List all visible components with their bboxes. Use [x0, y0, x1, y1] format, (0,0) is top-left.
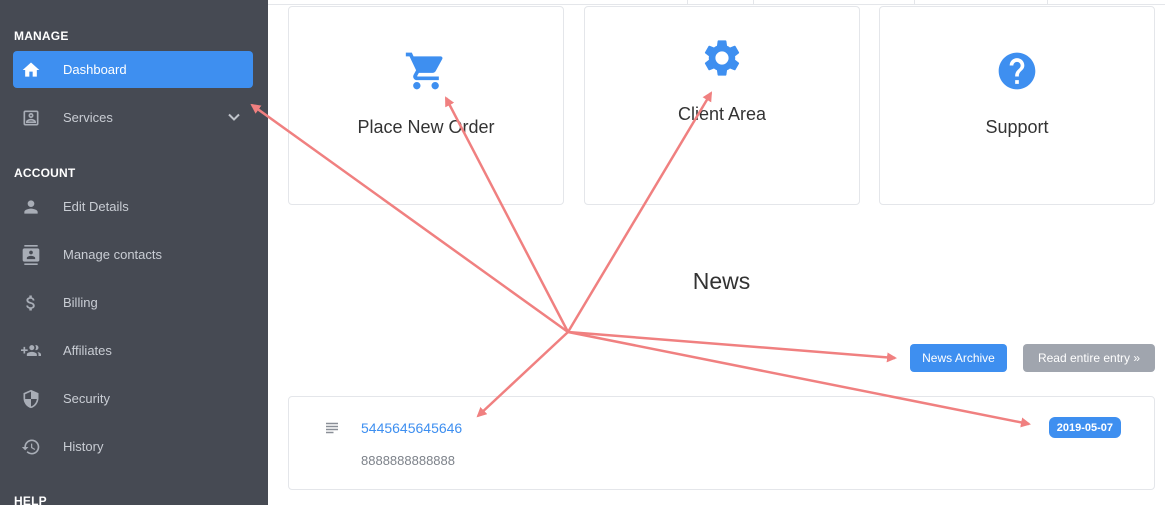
help-icon	[995, 49, 1039, 93]
news-heading: News	[692, 268, 751, 294]
sidebar-item-label: Affiliates	[63, 343, 112, 358]
card-label: Client Area	[677, 104, 767, 124]
home-icon	[21, 60, 41, 80]
news-item[interactable]: 5445645645646 8888888888888 2019-05-07	[288, 396, 1155, 490]
sidebar-item-manage-contacts[interactable]: Manage contacts	[13, 236, 253, 273]
card-label: Support	[985, 117, 1049, 137]
top-divider-tick	[1047, 0, 1048, 4]
sidebar-item-security[interactable]: Security	[13, 380, 253, 417]
card-support[interactable]: Support	[879, 6, 1155, 205]
card-place-new-order[interactable]: Place New Order	[288, 6, 564, 205]
shield-icon	[21, 389, 41, 409]
section-title-help: HELP	[14, 494, 47, 505]
card-client-area[interactable]: Client Area	[584, 6, 860, 205]
services-icon	[21, 108, 41, 128]
top-divider	[268, 4, 1165, 5]
gear-icon	[700, 36, 744, 80]
sidebar: MANAGE Dashboard Services ACCOUNT Edit D…	[0, 0, 268, 505]
sidebar-item-label: Manage contacts	[63, 247, 163, 262]
sidebar-item-services[interactable]: Services	[13, 99, 253, 136]
sidebar-item-billing[interactable]: Billing	[13, 284, 253, 321]
top-divider-tick	[914, 0, 915, 4]
arrow-to-news-archive	[567, 330, 897, 363]
news-archive-button[interactable]: News Archive	[910, 344, 1007, 372]
card-label: Place New Order	[357, 117, 495, 137]
sidebar-item-dashboard[interactable]: Dashboard	[13, 51, 253, 88]
group-add-icon	[21, 341, 41, 361]
contacts-icon	[21, 244, 41, 265]
read-entire-entry-button[interactable]: Read entire entry »	[1023, 344, 1155, 372]
dollar-icon	[21, 293, 41, 313]
section-title-manage: MANAGE	[14, 29, 69, 43]
sidebar-item-affiliates[interactable]: Affiliates	[13, 332, 253, 369]
sidebar-item-label: Edit Details	[63, 199, 129, 214]
sidebar-item-label: Services	[63, 110, 113, 125]
lines-icon	[323, 419, 341, 437]
sidebar-item-label: Billing	[63, 295, 98, 310]
news-item-title-link[interactable]: 5445645645646	[361, 420, 462, 436]
news-item-snippet: 8888888888888	[361, 453, 455, 468]
sidebar-item-label: Security	[63, 391, 110, 406]
chevron-down-icon[interactable]	[227, 110, 241, 124]
date-badge: 2019-05-07	[1048, 417, 1121, 438]
history-icon	[21, 437, 41, 457]
sidebar-item-label: Dashboard	[63, 62, 127, 77]
person-icon	[21, 197, 41, 217]
top-divider-tick	[687, 0, 688, 4]
sidebar-item-label: History	[63, 439, 104, 454]
top-divider-tick	[753, 0, 754, 4]
section-title-account: ACCOUNT	[14, 166, 76, 180]
cart-icon	[404, 49, 448, 93]
sidebar-item-history[interactable]: History	[13, 428, 253, 465]
sidebar-item-edit-details[interactable]: Edit Details	[13, 188, 253, 225]
